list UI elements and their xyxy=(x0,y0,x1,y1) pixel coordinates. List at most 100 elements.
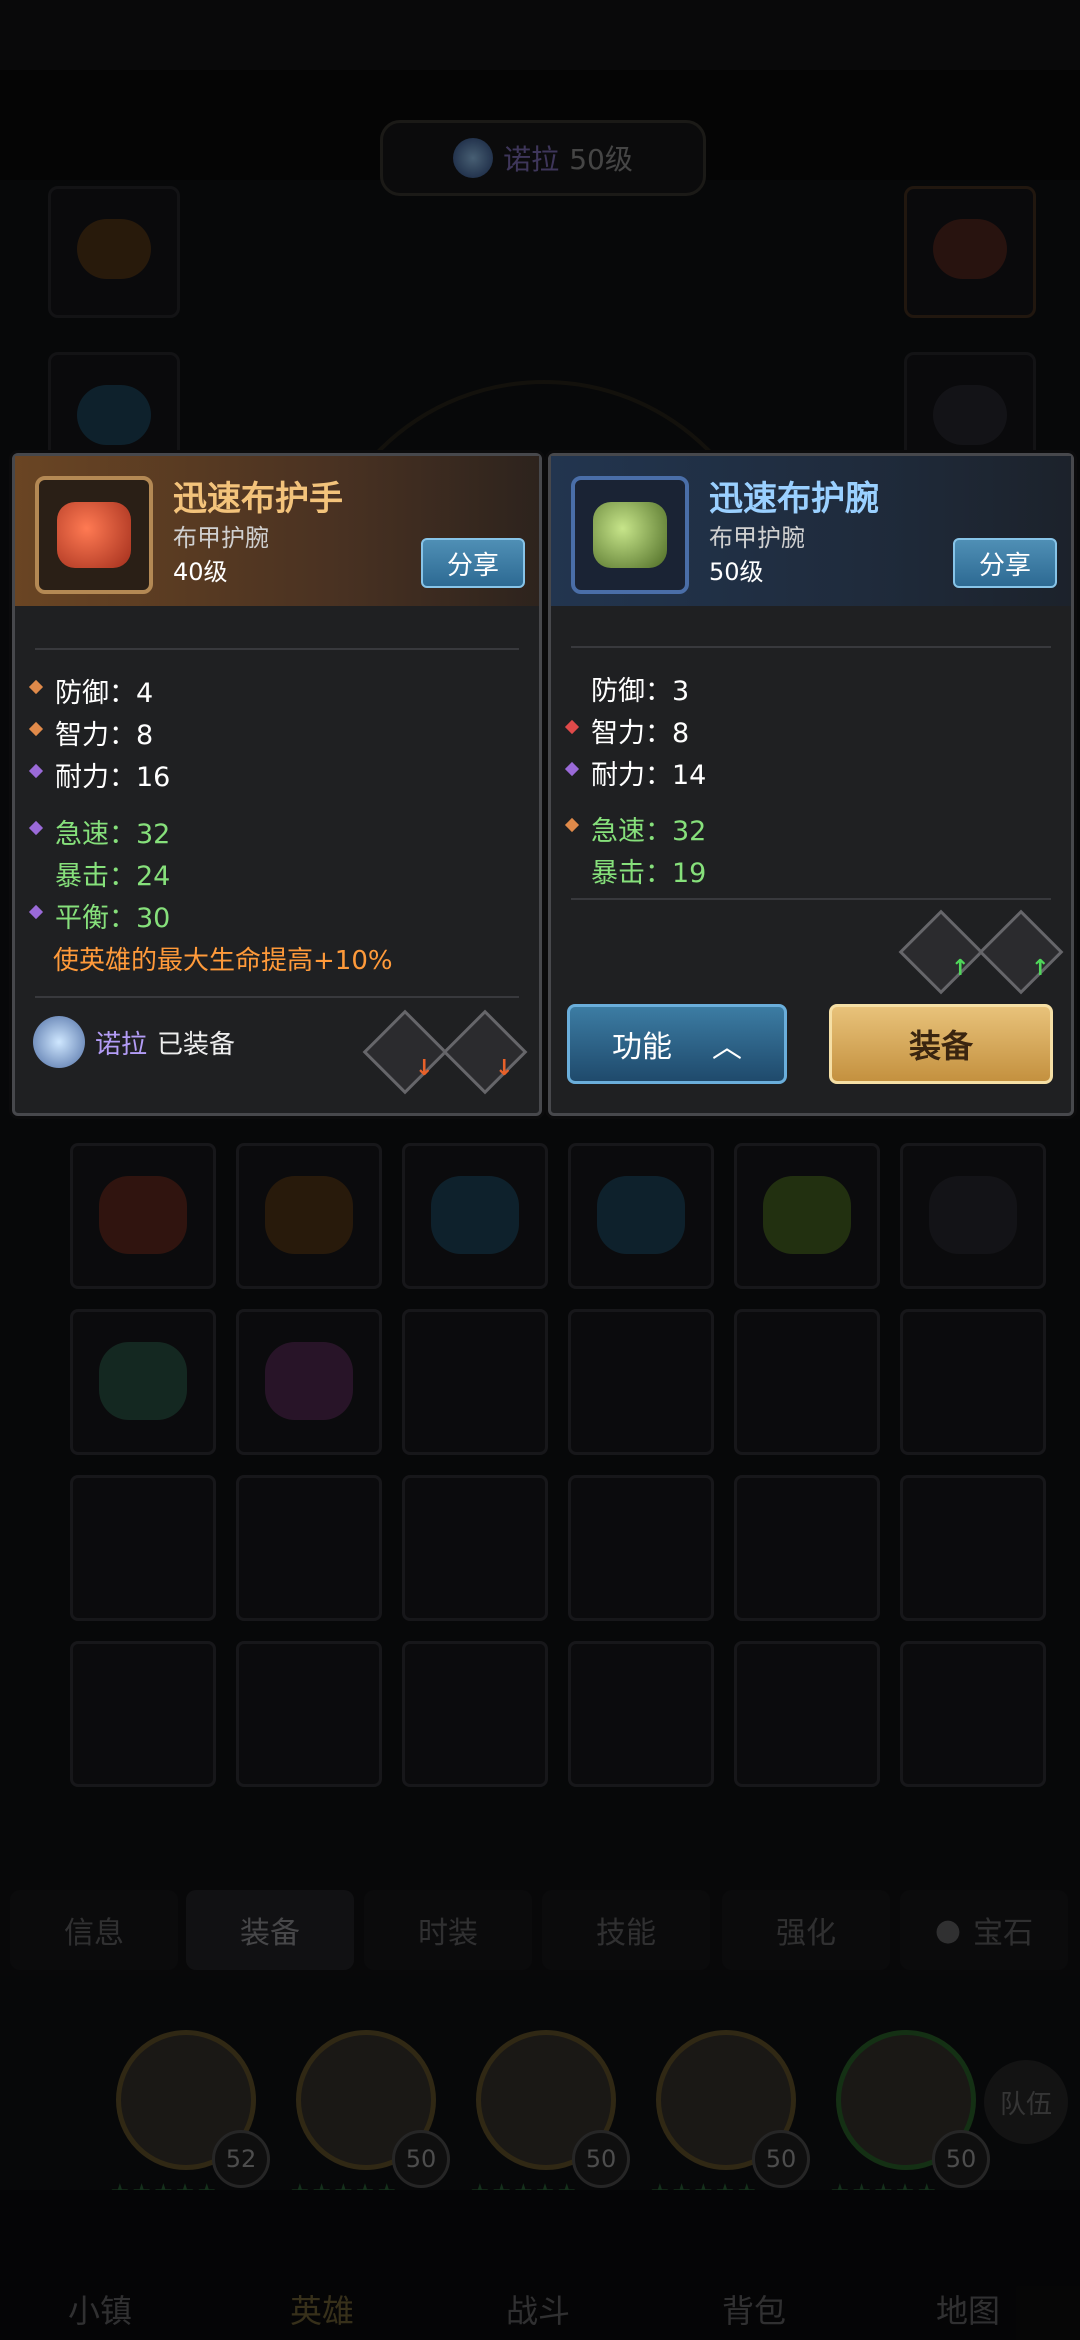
function-button[interactable]: 功能 ︿ xyxy=(567,1004,787,1084)
equip-slot-belt[interactable] xyxy=(48,186,180,318)
inventory-slot-empty[interactable] xyxy=(236,1475,382,1621)
inventory-slot[interactable] xyxy=(402,1143,548,1289)
inventory-slot-empty[interactable] xyxy=(402,1309,548,1455)
tab-enhance[interactable]: 强化 xyxy=(722,1890,890,1970)
tab-equipment[interactable]: 装备 xyxy=(186,1890,354,1970)
arrow-up-icon: ↑ xyxy=(1031,956,1050,981)
equip-slot-chest[interactable] xyxy=(904,186,1036,318)
hero-name: 诺拉 xyxy=(503,143,560,176)
lock-icon: ● xyxy=(934,1912,962,1948)
hero-card[interactable]: 50 ★★★★★ xyxy=(280,2020,450,2205)
hero-card[interactable]: 52 ★★★★★ xyxy=(100,2020,270,2205)
inventory-slot[interactable] xyxy=(70,1309,216,1455)
stat-value: 8 xyxy=(136,720,154,751)
inventory-slot-empty[interactable] xyxy=(734,1309,880,1455)
stat-row: 智力：8 xyxy=(28,713,154,752)
team-button[interactable]: 队伍 xyxy=(984,2060,1068,2144)
stat-value: 16 xyxy=(136,762,171,793)
hero-orb-icon xyxy=(453,138,494,178)
hero-title: 诺拉 50级 xyxy=(380,120,706,196)
hero-card-selected[interactable]: 50 ★★★★★ xyxy=(820,2020,990,2205)
arrow-down-icon: ↓ xyxy=(415,1056,434,1081)
item-name: 迅速布护手 xyxy=(173,479,343,519)
stat-value: 8 xyxy=(672,718,690,749)
stat-row: 暴击：24 xyxy=(55,854,170,893)
inventory-slot-empty[interactable] xyxy=(900,1309,1046,1455)
inventory-slot-empty[interactable] xyxy=(236,1641,382,1787)
stat-row: 暴击：19 xyxy=(591,851,706,890)
tab-gems[interactable]: ● 宝石 xyxy=(900,1890,1068,1970)
arrow-down-icon: ↓ xyxy=(495,1056,514,1081)
bottom-nav: 小镇 英雄 战斗 背包 地图 xyxy=(0,2190,1080,2340)
hero-level-badge: 50 xyxy=(932,2130,990,2188)
share-button[interactable]: 分享 xyxy=(953,538,1057,588)
stat-label: 智力： xyxy=(591,718,672,749)
tab-gems-label: 宝石 xyxy=(973,1916,1034,1951)
chest-armor-icon xyxy=(933,219,1007,279)
stat-bullet-icon xyxy=(28,820,44,836)
inventory-slot-empty[interactable] xyxy=(70,1475,216,1621)
hero-level: 50级 xyxy=(569,143,633,176)
item-icon-frame xyxy=(35,476,153,594)
hero-level-badge: 52 xyxy=(212,2130,270,2188)
sword-compare-icon xyxy=(898,909,984,995)
share-button[interactable]: 分享 xyxy=(421,538,525,588)
status-bar xyxy=(0,0,1080,70)
hero-wand-icon xyxy=(33,1016,85,1068)
stat-bullet-icon xyxy=(28,763,44,779)
inventory-slot[interactable] xyxy=(70,1143,216,1289)
inventory-slot-empty[interactable] xyxy=(900,1641,1046,1787)
inventory-slot-empty[interactable] xyxy=(402,1641,548,1787)
nav-battle[interactable]: 战斗 xyxy=(506,2286,570,2332)
chevron-up-icon: ︿ xyxy=(712,1030,742,1065)
nav-bag[interactable]: 背包 xyxy=(722,2286,786,2332)
cape-icon xyxy=(431,1176,519,1254)
hero-card[interactable]: 50 ★★★★★ xyxy=(460,2020,630,2205)
inventory-slot-empty[interactable] xyxy=(70,1641,216,1787)
stat-row: 防御：4 xyxy=(28,671,153,710)
nav-map[interactable]: 地图 xyxy=(936,2286,1000,2332)
inventory-slot-empty[interactable] xyxy=(568,1641,714,1787)
nav-town[interactable]: 小镇 xyxy=(68,2286,132,2332)
stat-row: 耐力：16 xyxy=(28,755,171,794)
chest-armor-icon xyxy=(99,1176,187,1254)
inventory-slot-empty[interactable] xyxy=(568,1475,714,1621)
inventory-slot[interactable] xyxy=(236,1143,382,1289)
inventory-slot-empty[interactable] xyxy=(734,1475,880,1621)
inventory-slot-empty[interactable] xyxy=(402,1475,548,1621)
stat-label: 耐力： xyxy=(591,760,672,791)
sword-compare-icon xyxy=(362,1009,448,1095)
inventory-slot-empty[interactable] xyxy=(734,1641,880,1787)
hero-card[interactable]: 50 ★★★★★ xyxy=(640,2020,810,2205)
stat-label: 急速： xyxy=(55,819,136,850)
item-level: 50级 xyxy=(709,558,764,586)
item-name: 迅速布护腕 xyxy=(709,479,879,519)
divider xyxy=(571,646,1051,648)
nav-heroes[interactable]: 英雄 xyxy=(290,2286,354,2332)
divider xyxy=(35,996,519,998)
inventory-slot[interactable] xyxy=(900,1143,1046,1289)
inventory-slot[interactable] xyxy=(568,1143,714,1289)
item-header: 迅速布护腕 布甲护腕 50级 分享 xyxy=(551,456,1071,606)
bracer-icon xyxy=(763,1176,851,1254)
tab-costume[interactable]: 时装 xyxy=(364,1890,532,1970)
equip-button[interactable]: 装备 xyxy=(829,1004,1053,1084)
item-type: 布甲护腕 xyxy=(173,524,269,552)
inventory-slot-empty[interactable] xyxy=(900,1475,1046,1621)
stat-bullet-icon xyxy=(28,679,44,695)
stat-row: 急速：32 xyxy=(564,809,706,848)
stat-label: 耐力： xyxy=(55,762,136,793)
pants-icon xyxy=(933,385,1007,445)
inventory-slot-empty[interactable] xyxy=(568,1309,714,1455)
item-type: 布甲护腕 xyxy=(709,524,805,552)
inventory-slot[interactable] xyxy=(236,1309,382,1455)
pants-icon xyxy=(929,1176,1017,1254)
tab-skills[interactable]: 技能 xyxy=(542,1890,710,1970)
tab-info[interactable]: 信息 xyxy=(10,1890,178,1970)
stat-value: 19 xyxy=(672,858,707,889)
green-bracer-icon xyxy=(593,502,667,568)
stat-value: 30 xyxy=(136,903,171,934)
stat-value: 3 xyxy=(672,676,690,707)
shield-compare-icon xyxy=(442,1009,528,1095)
inventory-slot[interactable] xyxy=(734,1143,880,1289)
